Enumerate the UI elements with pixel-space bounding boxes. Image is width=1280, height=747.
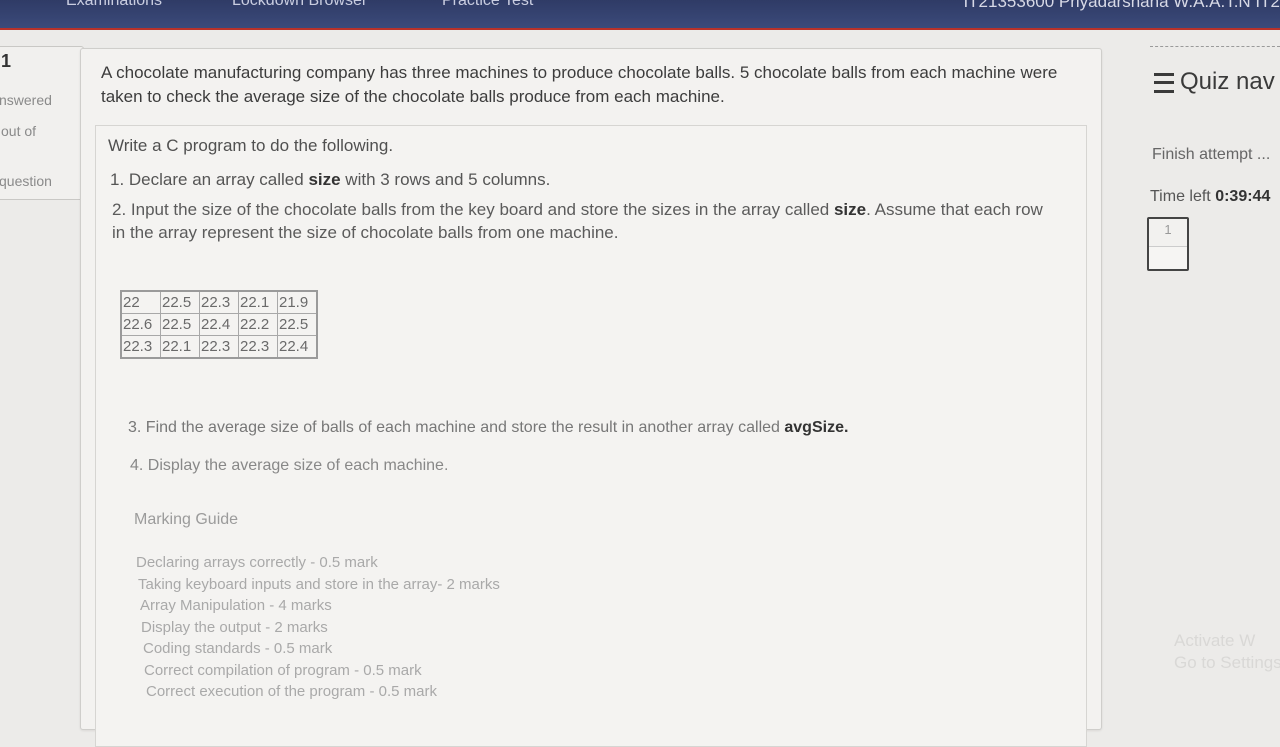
table-cell: 22.5 bbox=[160, 290, 200, 314]
table-cell: 22.3 bbox=[199, 290, 239, 314]
table-cell: 22.4 bbox=[277, 335, 318, 359]
table-cell: 22 bbox=[120, 290, 161, 314]
nav-practice-test[interactable]: Practice Test bbox=[442, 0, 533, 10]
step-1: 1. Declare an array called size with 3 r… bbox=[110, 170, 551, 189]
nav-lockdown-browser[interactable]: Lockdown Browser bbox=[232, 0, 367, 10]
table-cell: 22.5 bbox=[277, 313, 318, 336]
question-nav-button-1[interactable]: 1 bbox=[1147, 217, 1189, 271]
menu-icon[interactable] bbox=[1154, 72, 1174, 93]
timer-value: 0:39:44 bbox=[1215, 188, 1271, 205]
table-cell: 22.1 bbox=[238, 290, 278, 314]
question-intro: A chocolate manufacturing company has th… bbox=[101, 63, 1058, 106]
finish-attempt-link[interactable]: Finish attempt ... bbox=[1152, 146, 1270, 164]
question-number: 1 bbox=[1, 51, 12, 71]
user-name[interactable]: IT21353600 Priyadarshana W.A.A.T.N IT2 bbox=[963, 0, 1280, 12]
table-cell: 22.5 bbox=[160, 313, 200, 336]
windows-activation-watermark: Activate W Go to Settings bbox=[1174, 631, 1280, 672]
nav-examinations[interactable]: Examinations bbox=[66, 0, 162, 10]
table-cell: 22.6 bbox=[120, 313, 161, 336]
guide-item: Display the output - 2 marks bbox=[141, 618, 328, 636]
instruction-text: Write a C program to do the following. bbox=[108, 136, 394, 155]
table-cell: 22.1 bbox=[160, 335, 200, 359]
time-left: Time left 0:39:44 bbox=[1150, 188, 1271, 205]
quiz-nav-title: Quiz nav bbox=[1180, 68, 1275, 95]
quiz-navigation-panel: Quiz nav Finish attempt ... Time left 0:… bbox=[1130, 40, 1280, 720]
step-4: 4. Display the average size of each mach… bbox=[130, 457, 449, 474]
table-row: 22.6 22.5 22.4 22.2 22.5 bbox=[120, 313, 318, 336]
table-row: 22.3 22.1 22.3 22.3 22.4 bbox=[120, 335, 318, 359]
divider bbox=[1150, 46, 1280, 47]
table-row: 22 22.5 22.3 22.1 21.9 bbox=[120, 290, 318, 314]
guide-item: Correct execution of the program - 0.5 m… bbox=[146, 683, 437, 700]
question-info-panel: 1 nswered out of question bbox=[0, 46, 84, 200]
guide-item: Coding standards - 0.5 mark bbox=[143, 640, 333, 657]
guide-item: Array Manipulation - 4 marks bbox=[140, 597, 332, 614]
step-2: 2. Input the size of the chocolate balls… bbox=[112, 200, 1043, 242]
answer-status: nswered bbox=[0, 92, 52, 108]
question-body: Write a C program to do the following. 1… bbox=[95, 125, 1087, 747]
guide-item: Declaring arrays correctly - 0.5 mark bbox=[136, 554, 378, 571]
table-cell: 22.2 bbox=[238, 313, 278, 336]
flag-question-link[interactable]: question bbox=[0, 173, 52, 189]
table-cell: 22.3 bbox=[199, 335, 239, 359]
marking-guide-list: Declaring arrays correctly - 0.5 mark Ta… bbox=[136, 552, 500, 703]
table-cell: 22.3 bbox=[120, 335, 161, 359]
marks-label: out of bbox=[1, 123, 37, 139]
question-card: A chocolate manufacturing company has th… bbox=[80, 48, 1102, 747]
sizes-table: 22 22.5 22.3 22.1 21.9 22.6 22.5 22.4 22… bbox=[120, 290, 318, 359]
table-cell: 22.3 bbox=[238, 335, 278, 359]
top-navbar: Examinations Lockdown Browser Practice T… bbox=[0, 0, 1280, 30]
guide-item: Correct compilation of program - 0.5 mar… bbox=[144, 661, 422, 679]
step-3: 3. Find the average size of balls of eac… bbox=[128, 419, 849, 436]
guide-item: Taking keyboard inputs and store in the … bbox=[138, 575, 500, 593]
table-cell: 22.4 bbox=[199, 313, 239, 336]
quiz-nav-header[interactable]: Quiz nav bbox=[1154, 68, 1275, 96]
marking-guide-title: Marking Guide bbox=[134, 511, 239, 528]
table-cell: 21.9 bbox=[277, 290, 318, 314]
